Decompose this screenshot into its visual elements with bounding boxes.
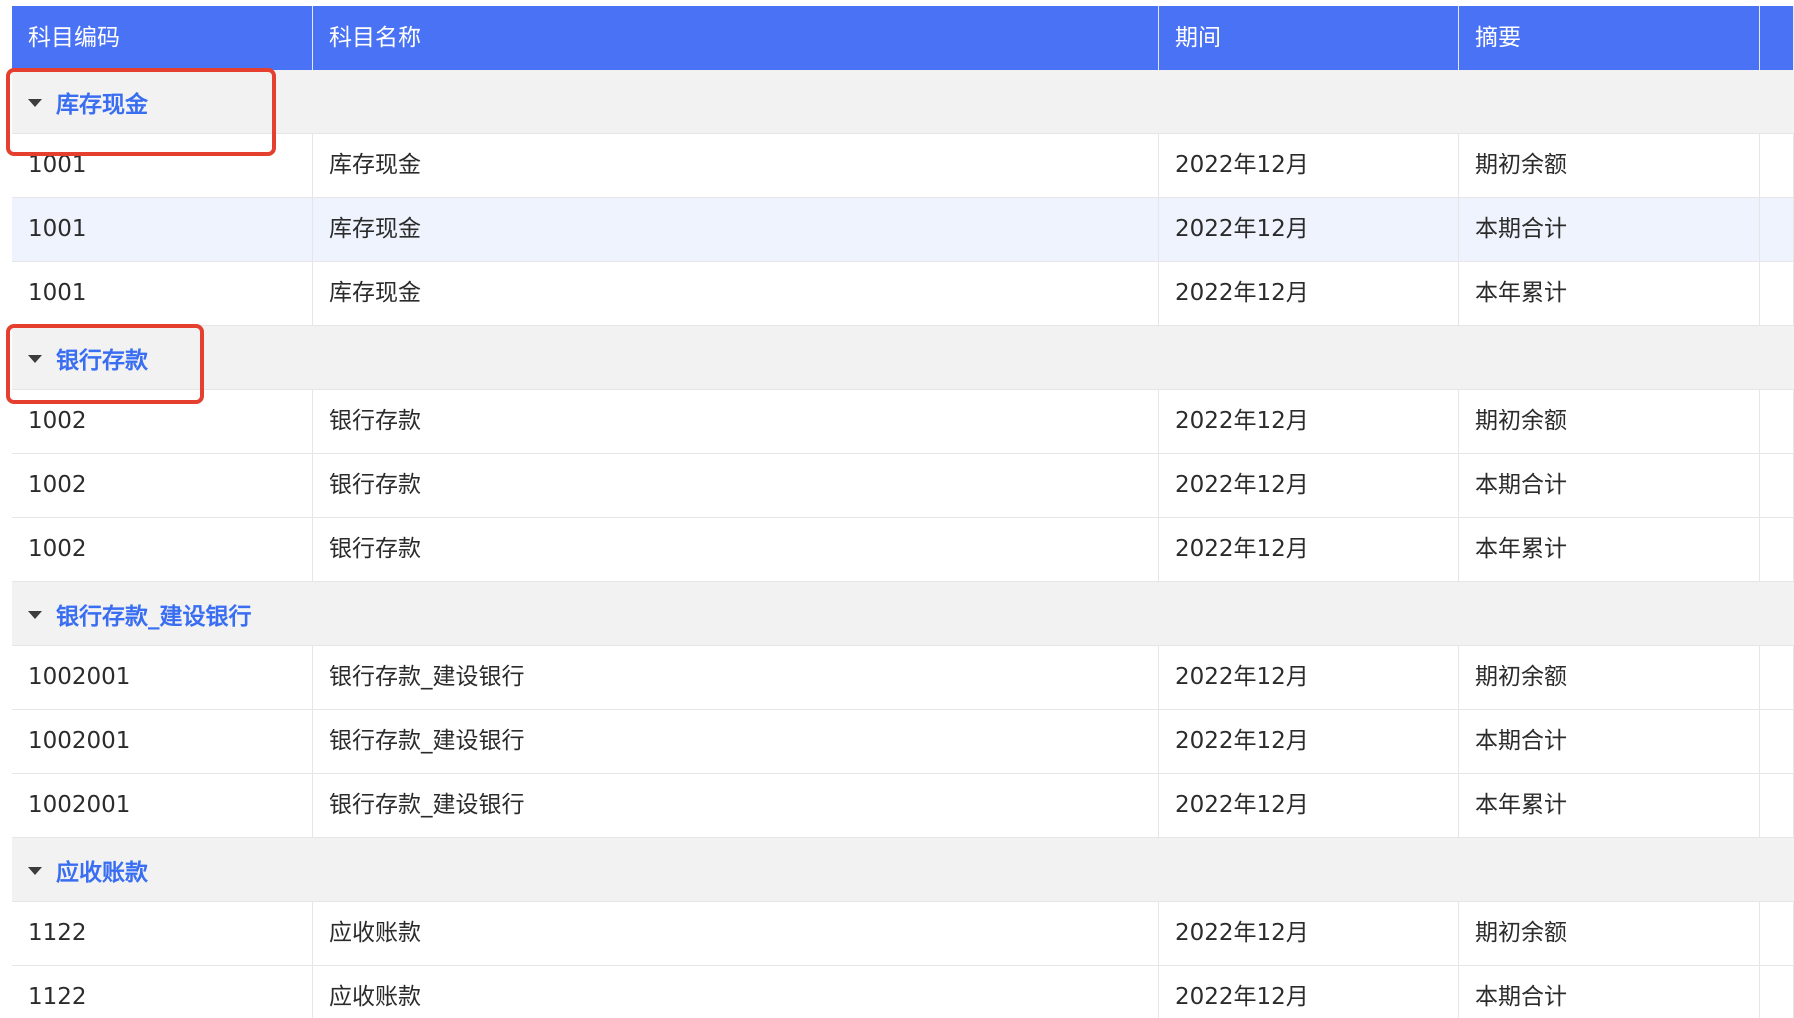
cell-period: 2022年12月 [1159, 774, 1459, 838]
table-header: 科目编码 科目名称 期间 摘要 [12, 6, 1794, 70]
cell-more [1760, 902, 1794, 966]
group-row-bank-ccb[interactable]: 银行存款_建设银行 [12, 582, 1794, 646]
cell-summary: 本期合计 [1459, 710, 1760, 774]
cell-code: 1001 [12, 198, 313, 262]
cell-more [1760, 390, 1794, 454]
cell-summary: 本期合计 [1459, 966, 1760, 1018]
column-header-more [1760, 6, 1794, 70]
cell-summary: 本年累计 [1459, 518, 1760, 582]
group-label: 银行存款_建设银行 [56, 603, 252, 630]
cell-more [1760, 454, 1794, 518]
table-row[interactable]: 1122 应收账款 2022年12月 本期合计 [12, 966, 1794, 1018]
group-row-receivables[interactable]: 应收账款 [12, 838, 1794, 902]
column-header-summary[interactable]: 摘要 [1459, 6, 1760, 70]
cell-code: 1002 [12, 518, 313, 582]
cell-more [1760, 774, 1794, 838]
cell-code: 1122 [12, 902, 313, 966]
highlight-box-bank-group [6, 324, 204, 404]
cell-period: 2022年12月 [1159, 390, 1459, 454]
cell-period: 2022年12月 [1159, 902, 1459, 966]
cell-period: 2022年12月 [1159, 198, 1459, 262]
column-header-code[interactable]: 科目编码 [12, 6, 313, 70]
table-row[interactable]: 1002 银行存款 2022年12月 本期合计 [12, 454, 1794, 518]
cell-code: 1122 [12, 966, 313, 1018]
table-row[interactable]: 1002 银行存款 2022年12月 本年累计 [12, 518, 1794, 582]
cell-more [1760, 646, 1794, 710]
group-row-cash[interactable]: 库存现金 [12, 70, 1794, 134]
cell-period: 2022年12月 [1159, 518, 1459, 582]
cell-code: 1001 [12, 262, 313, 326]
cell-period: 2022年12月 [1159, 454, 1459, 518]
cell-name: 应收账款 [313, 902, 1159, 966]
table-row[interactable]: 1002001 银行存款_建设银行 2022年12月 期初余额 [12, 646, 1794, 710]
cell-name: 银行存款 [313, 518, 1159, 582]
cell-summary: 本期合计 [1459, 198, 1760, 262]
cell-name: 银行存款_建设银行 [313, 646, 1159, 710]
cell-summary: 期初余额 [1459, 646, 1760, 710]
cell-code: 1002001 [12, 710, 313, 774]
table-row[interactable]: 1002001 银行存款_建设银行 2022年12月 本年累计 [12, 774, 1794, 838]
ledger-table-view: 科目编码 科目名称 期间 摘要 库存现金 1001 库存现金 2022年12月 … [0, 0, 1794, 1018]
caret-down-icon[interactable] [28, 610, 42, 619]
cell-name: 库存现金 [313, 198, 1159, 262]
cell-summary: 期初余额 [1459, 134, 1760, 198]
table-row[interactable]: 1002 银行存款 2022年12月 期初余额 [12, 390, 1794, 454]
cell-name: 库存现金 [313, 262, 1159, 326]
cell-more [1760, 710, 1794, 774]
cell-summary: 期初余额 [1459, 902, 1760, 966]
column-header-name[interactable]: 科目名称 [313, 6, 1159, 70]
cell-summary: 本年累计 [1459, 262, 1760, 326]
cell-name: 库存现金 [313, 134, 1159, 198]
table-row[interactable]: 1122 应收账款 2022年12月 期初余额 [12, 902, 1794, 966]
cell-period: 2022年12月 [1159, 646, 1459, 710]
caret-down-icon[interactable] [28, 866, 42, 875]
group-label: 应收账款 [56, 859, 148, 886]
cell-name: 银行存款_建设银行 [313, 774, 1159, 838]
cell-summary: 期初余额 [1459, 390, 1760, 454]
cell-code: 1002001 [12, 774, 313, 838]
column-header-period[interactable]: 期间 [1159, 6, 1459, 70]
cell-period: 2022年12月 [1159, 262, 1459, 326]
table-row[interactable]: 1001 库存现金 2022年12月 本期合计 [12, 198, 1794, 262]
cell-period: 2022年12月 [1159, 134, 1459, 198]
group-row-bank-deposit[interactable]: 银行存款 [12, 326, 1794, 390]
cell-more [1760, 134, 1794, 198]
highlight-box-cash-group [6, 68, 276, 156]
cell-name: 应收账款 [313, 966, 1159, 1018]
table-row[interactable]: 1001 库存现金 2022年12月 期初余额 [12, 134, 1794, 198]
cell-more [1760, 198, 1794, 262]
cell-more [1760, 262, 1794, 326]
table-row[interactable]: 1001 库存现金 2022年12月 本年累计 [12, 262, 1794, 326]
cell-summary: 本期合计 [1459, 454, 1760, 518]
cell-period: 2022年12月 [1159, 966, 1459, 1018]
cell-name: 银行存款_建设银行 [313, 710, 1159, 774]
cell-name: 银行存款 [313, 454, 1159, 518]
ledger-table: 科目编码 科目名称 期间 摘要 库存现金 1001 库存现金 2022年12月 … [12, 6, 1794, 1018]
cell-period: 2022年12月 [1159, 710, 1459, 774]
cell-more [1760, 518, 1794, 582]
cell-summary: 本年累计 [1459, 774, 1760, 838]
cell-code: 1002001 [12, 646, 313, 710]
cell-more [1760, 966, 1794, 1018]
table-row[interactable]: 1002001 银行存款_建设银行 2022年12月 本期合计 [12, 710, 1794, 774]
cell-name: 银行存款 [313, 390, 1159, 454]
cell-code: 1002 [12, 454, 313, 518]
